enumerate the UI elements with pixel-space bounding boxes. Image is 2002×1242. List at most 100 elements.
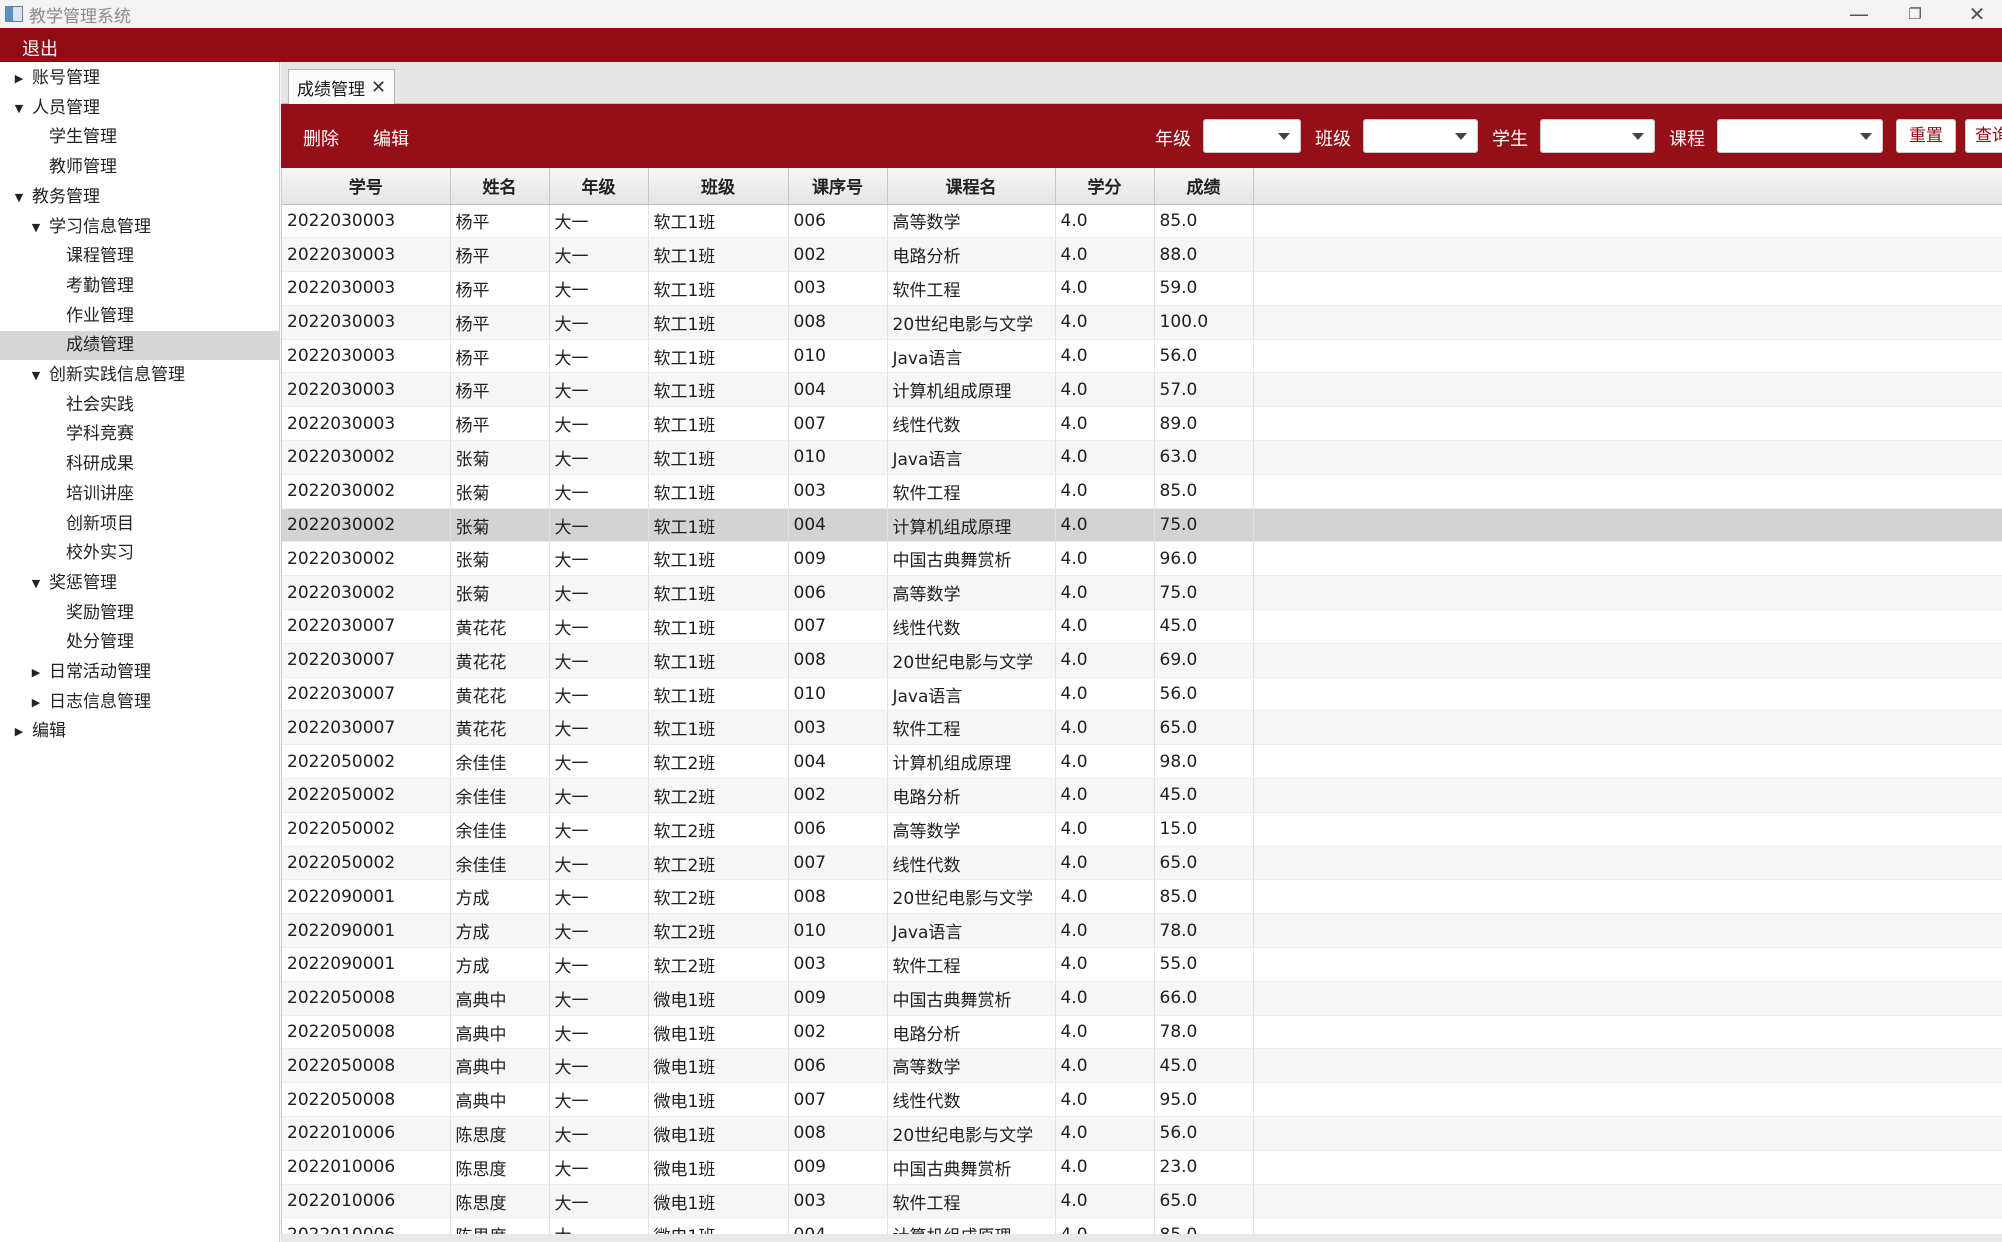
student-select[interactable] — [1540, 119, 1655, 153]
tree-item[interactable]: ▼ 奖惩管理 — [0, 569, 280, 598]
table-row[interactable]: 2022030003 杨平 大一 软工1班 004 计算机组成原理 4.0 57.0 — [282, 372, 2002, 408]
tree-item[interactable]: 科研成果 — [0, 450, 280, 479]
tree-item[interactable]: ▶ 日志信息管理 — [0, 688, 280, 717]
tree-item[interactable]: 培训讲座 — [0, 480, 280, 509]
delete-button[interactable]: 删除 — [303, 125, 339, 151]
tree-item[interactable]: 奖励管理 — [0, 599, 280, 628]
table-row[interactable]: 2022050008 高典中 大一 微电1班 006 高等数学 4.0 45.0 — [282, 1048, 2002, 1084]
tree-item[interactable]: ▼ 学习信息管理 — [0, 213, 280, 242]
table-row[interactable]: 2022030003 杨平 大一 软工1班 010 Java语言 4.0 56.0 — [282, 339, 2002, 374]
tree-item[interactable]: 考勤管理 — [0, 272, 280, 301]
column-header-course-number[interactable]: 课序号 — [788, 168, 888, 205]
cell-student-id: 2022030007 — [282, 677, 451, 712]
tree-item[interactable]: 学生管理 — [0, 123, 280, 152]
restore-icon[interactable]: ❐ — [1890, 0, 1940, 28]
expand-arrow-icon[interactable]: ▼ — [29, 569, 43, 598]
tree-item[interactable]: 校外实习 — [0, 539, 280, 568]
minimize-icon[interactable]: — — [1834, 0, 1884, 28]
table-row[interactable]: 2022030002 张菊 大一 软工1班 006 高等数学 4.0 75.0 — [282, 575, 2002, 611]
reset-button[interactable]: 重置 — [1896, 119, 1956, 153]
table-row[interactable]: 2022050008 高典中 大一 微电1班 002 电路分析 4.0 78.0 — [282, 1015, 2002, 1050]
cell-grade: 大一 — [549, 1082, 649, 1118]
expand-arrow-icon[interactable]: ▼ — [29, 213, 43, 242]
table-row[interactable]: 2022050002 余佳佳 大一 软工2班 004 计算机组成原理 4.0 98.0 — [282, 744, 2002, 780]
expand-arrow-icon[interactable]: ▼ — [12, 183, 26, 212]
collapse-arrow-icon[interactable]: ▶ — [12, 64, 26, 93]
column-header-credit[interactable]: 学分 — [1055, 168, 1155, 205]
tree-item[interactable]: 作业管理 — [0, 302, 280, 331]
table-row[interactable]: 2022030007 黄花花 大一 软工1班 007 线性代数 4.0 45.0 — [282, 609, 2002, 644]
exit-menu-item[interactable]: 退出 — [22, 35, 58, 61]
table-row[interactable]: 2022030007 黄花花 大一 软工1班 003 软件工程 4.0 65.0 — [282, 710, 2002, 746]
horizontal-scrollbar[interactable] — [281, 1234, 2002, 1242]
expand-arrow-icon[interactable]: ▼ — [29, 361, 43, 390]
tree-item[interactable]: 教师管理 — [0, 153, 280, 182]
column-header-student-id[interactable]: 学号 — [282, 168, 451, 205]
cell-credit: 4.0 — [1055, 372, 1155, 408]
query-button[interactable]: 查询 — [1965, 119, 2002, 153]
tab-close-icon[interactable]: ✕ — [371, 77, 386, 98]
cell-course-name: 线性代数 — [887, 406, 1056, 442]
chevron-down-icon — [1860, 133, 1872, 140]
tree-item[interactable]: 课程管理 — [0, 242, 280, 271]
table-row[interactable]: 2022030002 张菊 大一 软工1班 004 计算机组成原理 4.0 75.0 — [282, 508, 2002, 543]
collapse-arrow-icon[interactable]: ▶ — [12, 717, 26, 746]
cell-course-number: 010 — [788, 913, 888, 949]
cell-filler — [1253, 1015, 2002, 1050]
tree-item[interactable]: ▼ 教务管理 — [0, 183, 280, 212]
table-row[interactable]: 2022090001 方成 大一 软工2班 008 20世纪电影与文学 4.0 85.0 — [282, 879, 2002, 915]
tree-item[interactable]: ▶ 日常活动管理 — [0, 658, 280, 687]
expand-arrow-icon[interactable]: ▼ — [12, 94, 26, 123]
table-row[interactable]: 2022030003 杨平 大一 软工1班 003 软件工程 4.0 59.0 — [282, 271, 2002, 306]
cell-grade: 大一 — [549, 677, 649, 712]
column-header-score[interactable]: 成绩 — [1154, 168, 1254, 205]
table-row[interactable]: 2022030002 张菊 大一 软工1班 010 Java语言 4.0 63.0 — [282, 440, 2002, 475]
tree-item[interactable]: 处分管理 — [0, 628, 280, 657]
cell-grade: 大一 — [549, 204, 649, 239]
tree-item[interactable]: 社会实践 — [0, 391, 280, 420]
tree-item-label: 人员管理 — [32, 97, 100, 118]
table-row[interactable]: 2022030002 张菊 大一 软工1班 003 软件工程 4.0 85.0 — [282, 474, 2002, 509]
table-row[interactable]: 2022030002 张菊 大一 软工1班 009 中国古典舞赏析 4.0 96.0 — [282, 541, 2002, 577]
column-header-class[interactable]: 班级 — [648, 168, 789, 205]
close-window-icon[interactable]: ✕ — [1952, 0, 2002, 28]
collapse-arrow-icon[interactable]: ▶ — [29, 658, 43, 687]
course-select[interactable] — [1717, 119, 1883, 153]
edit-button[interactable]: 编辑 — [373, 125, 409, 151]
table-row[interactable]: 2022030007 黄花花 大一 软工1班 008 20世纪电影与文学 4.0 69.0 — [282, 643, 2002, 678]
table-row[interactable]: 2022090001 方成 大一 软工2班 010 Java语言 4.0 78.0 — [282, 913, 2002, 949]
tree-item[interactable]: ▼ 创新实践信息管理 — [0, 361, 280, 390]
tree-item[interactable]: 创新项目 — [0, 510, 280, 539]
tree-item[interactable]: ▼ 人员管理 — [0, 94, 280, 123]
tree-item-label: 编辑 — [32, 721, 66, 742]
table-row[interactable]: 2022030003 杨平 大一 软工1班 008 20世纪电影与文学 4.0 100.0 — [282, 305, 2002, 340]
class-select[interactable] — [1363, 119, 1478, 153]
collapse-arrow-icon[interactable]: ▶ — [29, 688, 43, 717]
table-row[interactable]: 2022030003 杨平 大一 软工1班 002 电路分析 4.0 88.0 — [282, 237, 2002, 273]
table-row[interactable]: 2022010006 陈思度 大一 微电1班 008 20世纪电影与文学 4.0 56.0 — [282, 1116, 2002, 1151]
column-header-name[interactable]: 姓名 — [450, 168, 550, 205]
table-row[interactable]: 2022050002 余佳佳 大一 软工2班 007 线性代数 4.0 65.0 — [282, 846, 2002, 881]
table-row[interactable]: 2022050008 高典中 大一 微电1班 007 线性代数 4.0 95.0 — [282, 1082, 2002, 1118]
table-row[interactable]: 2022030007 黄花花 大一 软工1班 010 Java语言 4.0 56.0 — [282, 677, 2002, 712]
table-row[interactable]: 2022010006 陈思度 大一 微电1班 009 中国古典舞赏析 4.0 23.0 — [282, 1150, 2002, 1185]
table-row[interactable]: 2022010006陈思度大一微电1班004计算机组成原理4.085.0 — [282, 1217, 2002, 1234]
column-header-grade[interactable]: 年级 — [549, 168, 649, 205]
table-row[interactable]: 2022030003 杨平 大一 软工1班 006 高等数学 4.0 85.0 — [282, 204, 2002, 239]
tree-item[interactable]: 成绩管理 — [0, 331, 280, 361]
grade-select[interactable] — [1203, 119, 1301, 153]
tree-item[interactable]: ▶ 账号管理 — [0, 64, 280, 93]
table-row[interactable]: 2022030003 杨平 大一 软工1班 007 线性代数 4.0 89.0 — [282, 406, 2002, 442]
tree-item-label: 作业管理 — [66, 305, 134, 326]
table-row[interactable]: 2022090001 方成 大一 软工2班 003 软件工程 4.0 55.0 — [282, 947, 2002, 982]
tab-grade-management[interactable]: 成绩管理 ✕ — [288, 69, 396, 104]
table-row[interactable]: 2022010006 陈思度 大一 微电1班 003 软件工程 4.0 65.0 — [282, 1184, 2002, 1219]
tree-item[interactable]: 学科竞赛 — [0, 420, 280, 449]
table-row[interactable]: 2022050002 余佳佳 大一 软工2班 002 电路分析 4.0 45.0 — [282, 778, 2002, 813]
tree-item[interactable]: ▶ 编辑 — [0, 717, 280, 746]
table-row[interactable]: 2022050002 余佳佳 大一 软工2班 006 高等数学 4.0 15.0 — [282, 812, 2002, 847]
cell-filler — [1253, 1217, 2002, 1234]
column-header-course-name[interactable]: 课程名 — [887, 168, 1056, 205]
table-row[interactable]: 2022050008 高典中 大一 微电1班 009 中国古典舞赏析 4.0 66.0 — [282, 981, 2002, 1016]
cell-course-name: 中国古典舞赏析 — [887, 1150, 1056, 1185]
